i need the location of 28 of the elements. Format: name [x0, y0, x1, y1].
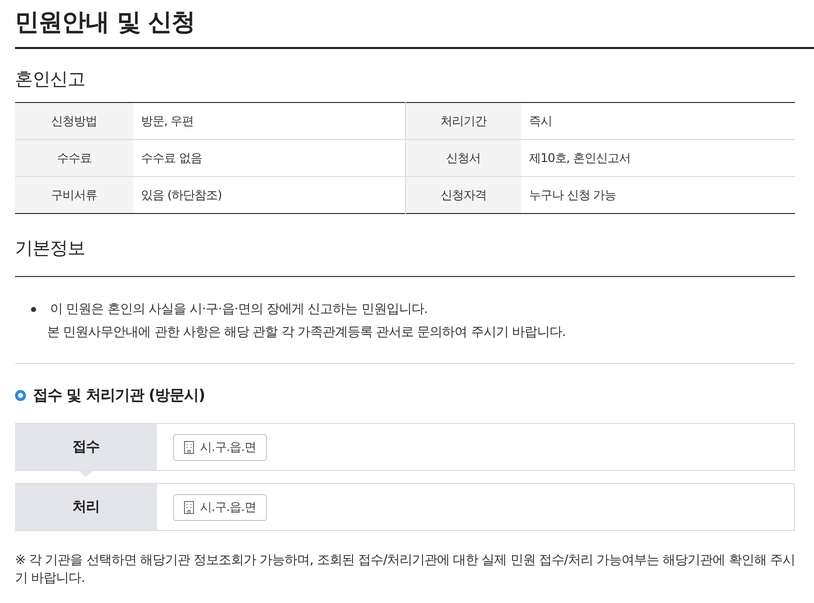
table-header-cell: 구비서류 [15, 176, 133, 214]
section-subtitle: 접수 및 처리기관 (방문시) [33, 385, 205, 406]
table-cell: 제10호, 혼인신고서 [521, 140, 795, 176]
table-cell: 즉시 [521, 102, 795, 140]
section-title: 기본정보 [15, 236, 795, 277]
page-title: 민원안내 및 신청 [15, 0, 814, 49]
table-cell: 수수료 없음 [133, 140, 405, 176]
agency-button[interactable]: 시.구.읍.면 [173, 434, 267, 460]
down-arrow-icon [79, 471, 93, 477]
table-header-cell: 처리기간 [405, 102, 521, 140]
table-cell: 누구나 신청 가능 [521, 176, 795, 214]
ring-icon [15, 390, 26, 400]
info-note: 본 민원사무안내에 관한 사항은 해당 관할 각 가족관계등록 관서로 문의하여 주시기 바랍니다. [46, 324, 567, 342]
table-header-cell: 신청방법 [15, 102, 133, 140]
table-header-cell: 신청자격 [405, 176, 521, 214]
table-header-cell: 수수료 [15, 140, 133, 176]
table-header-cell: 신청서 [405, 140, 521, 176]
section-title: 혼인신고 [15, 68, 86, 92]
footnote-text: ※ 각 기관을 선택하면 해당기관 정보조회가 가능하며, 조회된 접수/처리기관에 대한 실제 민원 접수/처리 가능여부는 해당기관에 확인해 주시기 바랍니다. [15, 552, 795, 588]
step-label: 접수 [15, 424, 157, 470]
info-text: 이 민원은 혼인의 사실을 시·구·읍·면의 장에게 신고하는 민원입니다. [50, 301, 428, 319]
step-label: 처리 [15, 484, 157, 530]
table-cell: 있음 (하단참조) [133, 176, 405, 214]
agency-button[interactable]: 시.구.읍.면 [173, 494, 267, 520]
bullet-icon [31, 307, 36, 312]
building-icon [184, 500, 194, 514]
building-icon [184, 440, 194, 454]
table-cell: 방문, 우편 [133, 102, 405, 140]
